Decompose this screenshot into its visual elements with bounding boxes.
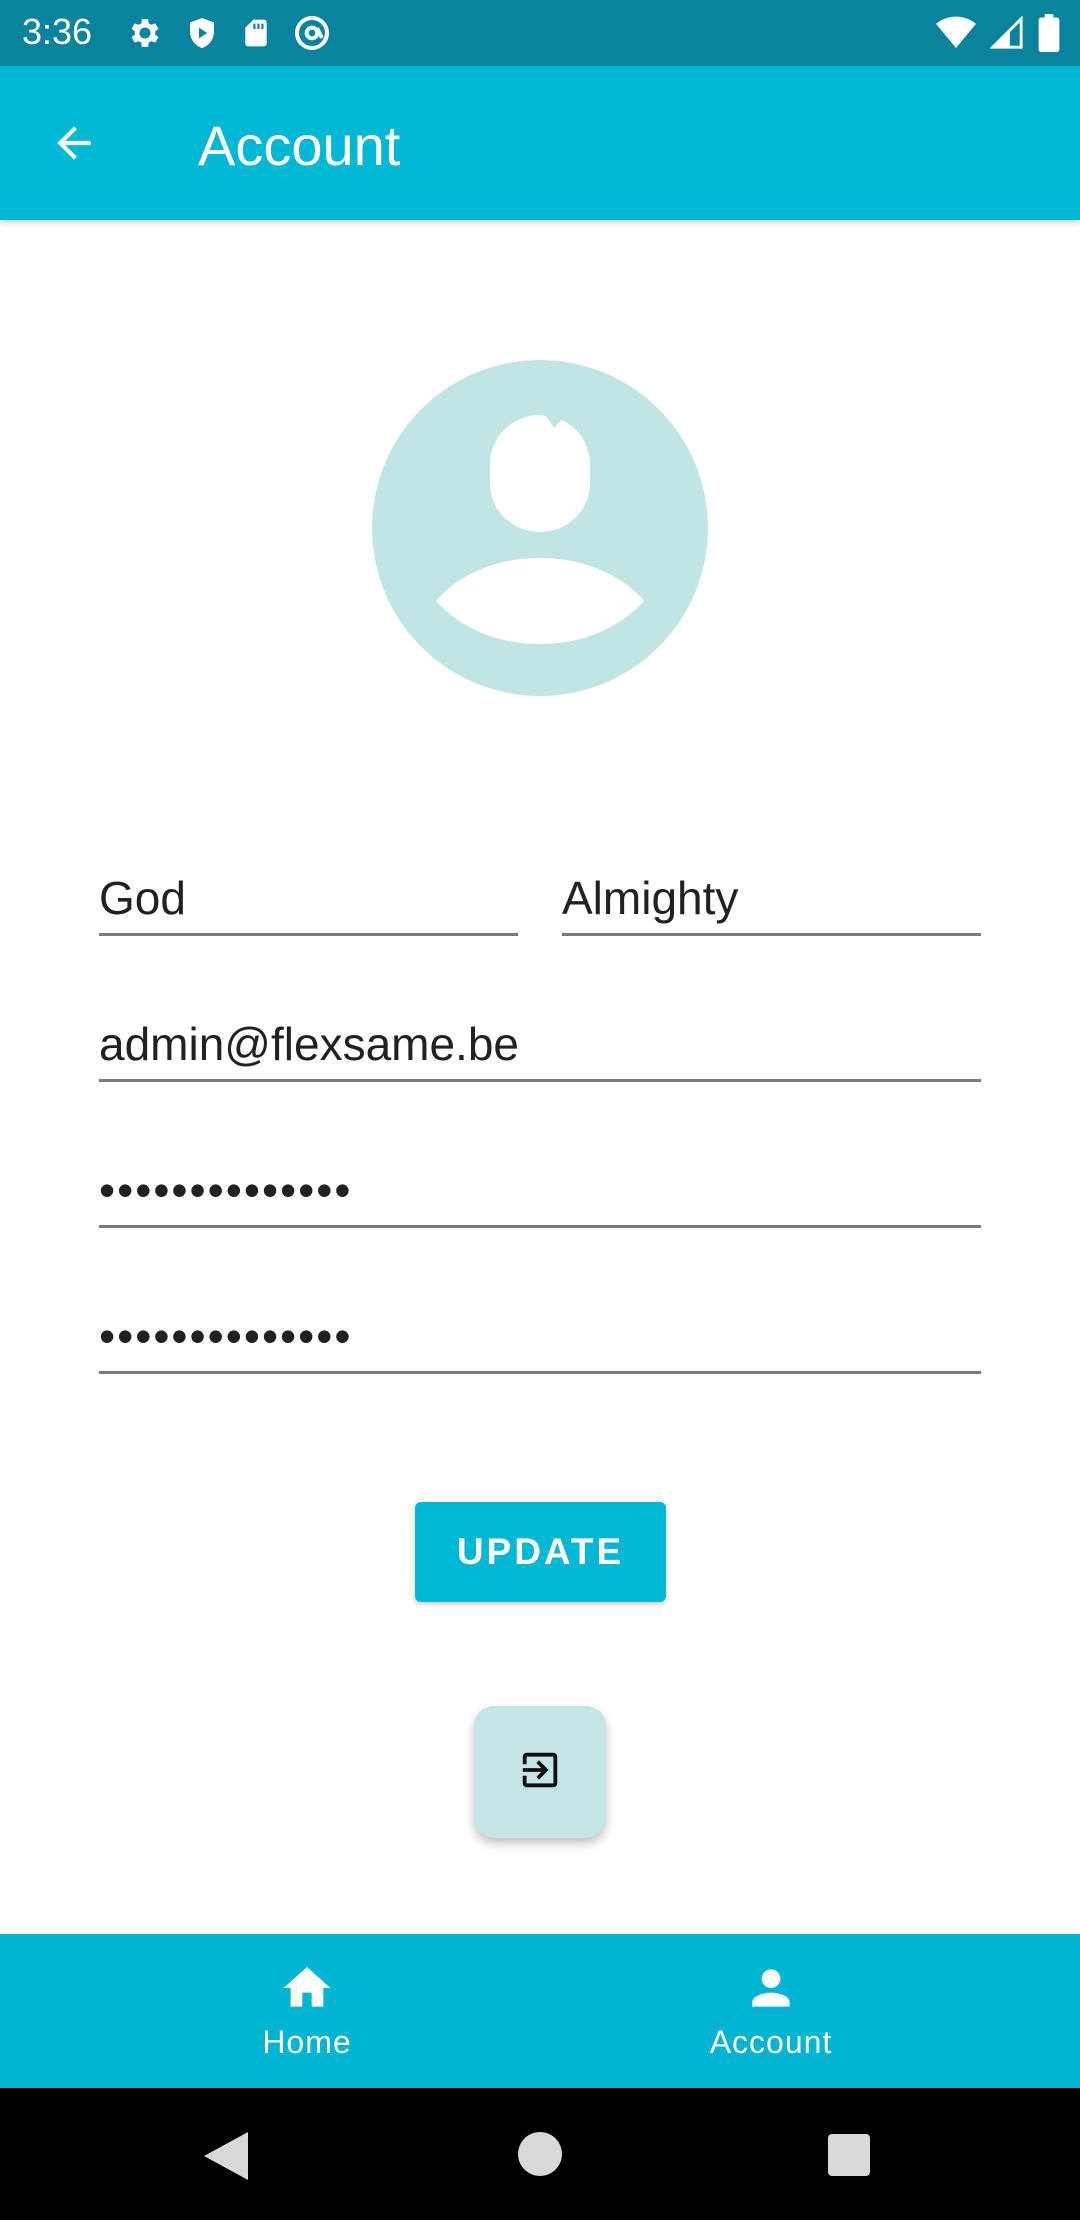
shield-play-icon [184,14,220,52]
settings-icon [126,14,164,52]
person-icon [743,1960,799,2016]
first-name-field[interactable] [99,856,518,936]
battery-icon [1038,14,1060,52]
confirm-password-input[interactable] [99,1309,981,1363]
password-input[interactable] [99,1163,981,1217]
home-icon [279,1960,335,2016]
page-title: Account [198,114,401,177]
exit-to-app-icon [517,1747,563,1798]
system-recents-icon[interactable] [828,2134,870,2181]
email-field[interactable] [99,1002,981,1082]
first-name-input[interactable] [99,871,518,925]
app-bar: Account [0,66,1080,220]
confirm-password-field[interactable] [99,1294,981,1374]
password-field[interactable] [99,1148,981,1228]
status-icons-left [126,14,332,52]
status-time: 3:36 [22,11,93,52]
account-circle-icon [372,360,708,696]
wifi-icon [936,16,976,50]
nav-item-home[interactable]: Home [37,1934,577,2088]
email-input[interactable] [99,1017,981,1071]
last-name-input[interactable] [562,871,981,925]
sd-card-icon [240,15,272,51]
last-name-field[interactable] [562,856,981,936]
arrow-back-icon [49,118,99,173]
avatar[interactable] [372,360,708,696]
status-icons-right [936,14,1060,52]
logout-button[interactable] [474,1706,606,1838]
status-bar: 3:36 [0,0,1080,66]
bottom-navigation: Home Account [0,1934,1080,2088]
signal-icon [990,16,1024,50]
system-back-icon[interactable] [204,2132,248,2185]
back-button[interactable] [38,109,110,181]
system-navigation-bar [0,2088,1080,2220]
at-sign-icon [292,13,332,53]
nav-label-home: Home [262,2024,352,2060]
update-button[interactable]: UPDATE [415,1502,666,1602]
nav-item-account[interactable]: Account [501,1934,1041,2088]
nav-label-account: Account [709,2024,833,2060]
system-home-icon[interactable] [518,2132,562,2181]
